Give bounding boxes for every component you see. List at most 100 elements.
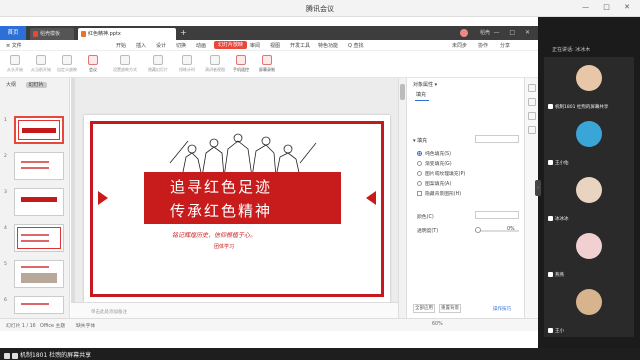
tips-link[interactable]: 操作技巧 — [493, 306, 511, 312]
menu-animation[interactable]: 动画 — [196, 42, 206, 49]
account-label[interactable]: 稻壳 — [480, 26, 490, 40]
screen-share-icon — [4, 352, 10, 359]
participant-tile[interactable]: 机制1801 杜煦的屏幕共享 — [544, 57, 634, 113]
slide-title-line2: 传承红色精神 — [170, 202, 273, 220]
properties-header[interactable]: 对象属性 ▾ — [413, 81, 437, 88]
select-icon[interactable] — [528, 84, 536, 92]
slide-number: 3 — [4, 190, 7, 195]
btn-rehearse[interactable]: 排练计时 — [176, 55, 198, 73]
radio-icon — [417, 171, 422, 176]
tab-home[interactable]: 首页 — [0, 26, 26, 40]
window-controls[interactable]: — □ ✕ — [582, 3, 636, 11]
option-picture-fill-label: 图片或纹理填充(P) — [425, 172, 466, 177]
scroll-thumb[interactable] — [400, 84, 405, 100]
zoom-level[interactable]: 60% — [432, 322, 443, 327]
fill-type-select[interactable] — [475, 135, 519, 143]
menu-devtools[interactable]: 开发工具 — [290, 42, 310, 49]
btn-from-start[interactable]: 从头开始 — [4, 55, 26, 73]
wps-window-controls[interactable]: — □ ✕ — [493, 26, 534, 40]
apply-all-button[interactable]: 全部应用 — [413, 304, 435, 313]
option-pattern-fill[interactable]: 图案填充(A) — [417, 180, 451, 187]
transparency-knob[interactable] — [475, 227, 481, 233]
option-gradient-fill[interactable]: 渐变填充(G) — [417, 160, 452, 167]
btn-phone-remote[interactable]: 手机遥控 — [230, 55, 252, 73]
animation-icon[interactable] — [528, 112, 536, 120]
radio-icon — [417, 151, 422, 156]
properties-icon[interactable] — [528, 98, 536, 106]
slide-thumb-5[interactable] — [14, 260, 64, 288]
avatar — [576, 289, 602, 315]
slide-thumb-6[interactable] — [14, 296, 64, 314]
btn-screen-record[interactable]: 屏幕录制 — [256, 55, 278, 73]
collapse-handle[interactable]: › — [535, 180, 541, 196]
menu-design[interactable]: 设计 — [156, 42, 166, 49]
btn-setup-show-label: 设置放映方式 — [113, 67, 137, 72]
notes-area[interactable]: 单击此处添加备注 — [71, 302, 398, 318]
btn-rehearse-label: 排练计时 — [179, 67, 195, 72]
slide-thumb-3[interactable] — [14, 188, 64, 216]
slide-number: 4 — [4, 226, 7, 231]
thumb-image — [21, 273, 57, 283]
btn-hide-slide[interactable]: 隐藏幻灯片 — [144, 55, 172, 73]
menu-unsynced[interactable]: 未同步 — [452, 42, 467, 49]
slide-thumb-1[interactable] — [14, 116, 64, 144]
menu-features[interactable]: 特色功能 — [318, 42, 338, 49]
option-picture-fill[interactable]: 图片或纹理填充(P) — [417, 170, 465, 177]
participant-tile[interactable]: 王小 — [544, 281, 634, 337]
share-label[interactable]: 机制1801 杜煦的屏幕共享 — [4, 350, 91, 359]
btn-meeting[interactable]: 会议 — [82, 55, 104, 73]
tab-outline[interactable]: 大纲 — [6, 82, 16, 88]
status-bar: 幻灯片 1 / 16 Office 主题 缺失字体 60% — [0, 318, 538, 331]
menu-search[interactable]: Q 查找 — [348, 42, 364, 49]
layout-icon[interactable] — [528, 126, 536, 134]
option-solid-fill[interactable]: 纯色填充(S) — [417, 150, 451, 157]
ribbon-toolbar: 从头开始 从当前开始 自定义放映 会议 设置放映方式 隐藏幻灯片 排练计时 演讲… — [0, 52, 538, 78]
participant-name-text: 王小 — [555, 329, 564, 334]
menu-view[interactable]: 视图 — [270, 42, 280, 49]
menu-review[interactable]: 审阅 — [250, 42, 260, 49]
menu-start[interactable]: 开始 — [116, 42, 126, 49]
tab-templates[interactable]: 稻壳模板 — [30, 28, 74, 40]
canvas-scrollbar[interactable] — [398, 78, 406, 318]
menu-file[interactable]: ≡ 文件 — [6, 42, 22, 49]
tab-file-label: 红色精神.pptx — [88, 31, 121, 37]
menu-transition[interactable]: 切换 — [176, 42, 186, 49]
thumb-banner — [22, 128, 56, 133]
btn-phone-remote-label: 手机遥控 — [233, 67, 249, 72]
panel-tabs: 大纲 幻灯片 — [6, 81, 55, 88]
vertical-ruler — [71, 78, 75, 318]
participant-tile[interactable]: 燕燕 — [544, 225, 634, 281]
slide-number: 2 — [4, 154, 7, 159]
tab-slides[interactable]: 幻灯片 — [25, 82, 47, 88]
missing-font[interactable]: 缺失字体 — [76, 322, 95, 329]
menu-collab[interactable]: 协作 — [478, 42, 488, 49]
btn-presenter-view[interactable]: 演讲者视图 — [202, 55, 228, 73]
participant-tile[interactable]: 冰冰冰 — [544, 169, 634, 225]
option-hide-background[interactable]: 隐藏背景图形(H) — [417, 190, 461, 197]
participant-tile[interactable]: 王小佑 — [544, 113, 634, 169]
participant-name: 王小 — [548, 328, 564, 334]
menu-insert[interactable]: 插入 — [136, 42, 146, 49]
reset-background-button[interactable]: 重置背景 — [439, 304, 461, 313]
checkbox-icon — [417, 191, 422, 196]
account-avatar[interactable] — [460, 29, 468, 37]
mic-icon — [548, 328, 553, 333]
share-label-text: 机制1801 杜煦的屏幕共享 — [20, 352, 92, 359]
slide-thumb-2[interactable] — [14, 152, 64, 180]
menu-bar: ≡ 文件 开始 插入 设计 切换 动画 幻灯片放映 审阅 视图 开发工具 特色功… — [0, 40, 538, 51]
current-slide[interactable]: 追寻红色足迹 传承红色精神 铭记辉煌历史，信仰根植于心。 团体学习 — [84, 115, 390, 303]
color-picker[interactable] — [475, 211, 519, 219]
menu-share[interactable]: 分享 — [500, 42, 510, 49]
btn-custom-show[interactable]: 自定义放映 — [56, 55, 78, 73]
slide-thumb-4[interactable] — [14, 224, 64, 252]
theme-name: Office 主题 — [40, 324, 66, 329]
tab-fill[interactable]: 填充 — [416, 91, 426, 98]
btn-from-current[interactable]: 从当前开始 — [30, 55, 52, 73]
btn-setup-show[interactable]: 设置放映方式 — [110, 55, 140, 73]
thumb-frame — [17, 227, 61, 249]
fill-section[interactable]: ▾ 填充 — [413, 137, 427, 144]
new-tab-icon[interactable]: + — [180, 28, 187, 37]
menu-slideshow[interactable]: 幻灯片放映 — [214, 41, 248, 49]
meeting-icon — [88, 55, 98, 65]
tab-file[interactable]: 红色精神.pptx — [78, 28, 176, 40]
